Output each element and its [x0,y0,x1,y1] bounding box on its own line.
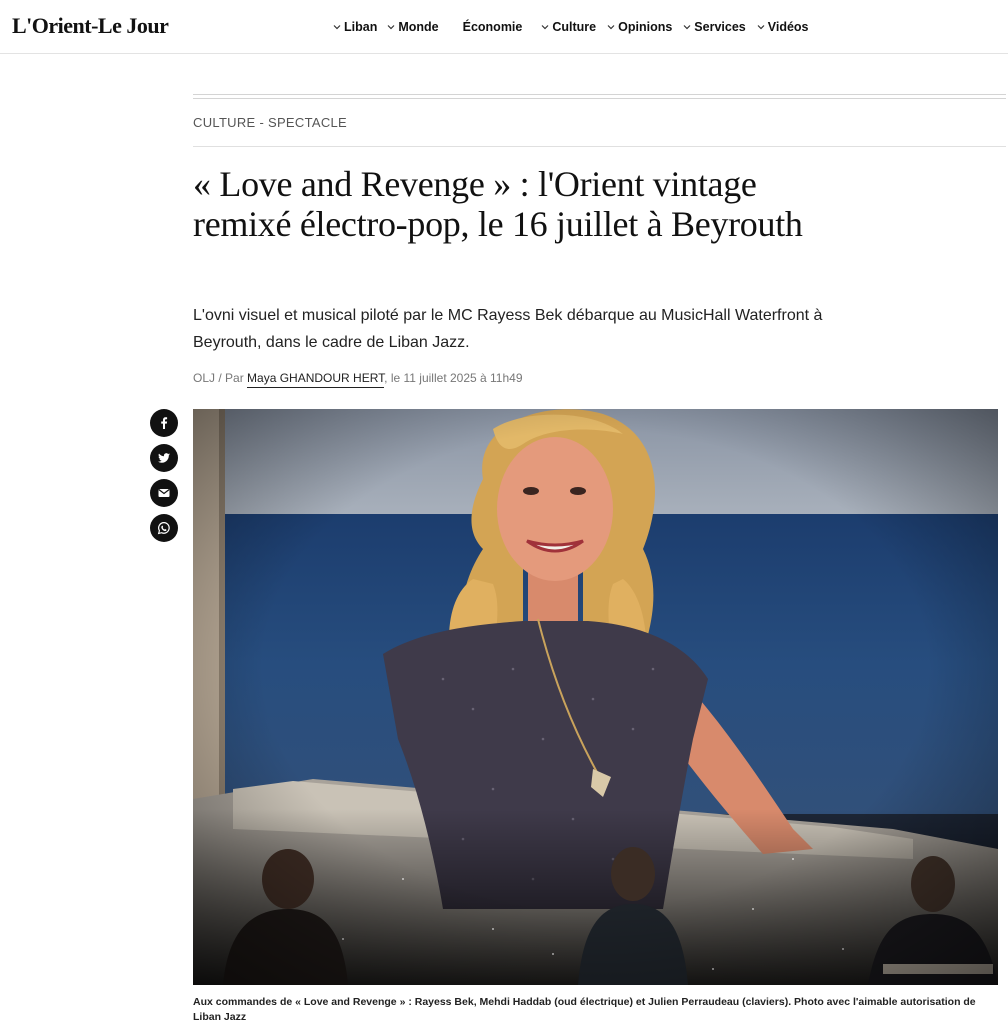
nav-label: Opinions [618,19,673,34]
share-twitter-button[interactable] [150,444,178,472]
nav-label: Économie [462,19,523,34]
share-whatsapp-button[interactable] [150,514,178,542]
site-header: L'Orient-Le Jour Liban Monde Économie Cu… [0,0,1008,54]
share-facebook-button[interactable] [150,409,178,437]
twitter-icon [157,451,171,465]
nav-label: Services [694,19,746,34]
section-breadcrumb[interactable]: CULTURE - SPECTACLE [193,115,347,130]
photo-illustration [193,409,998,985]
chevron-down-icon [681,21,693,33]
whatsapp-icon [157,521,171,535]
nav-item-economie[interactable]: Économie [463,20,523,34]
nav-item-videos[interactable]: Vidéos [755,20,809,34]
nav-label: Liban [344,19,378,34]
author-link[interactable]: Maya GHANDOUR HERT [247,371,385,388]
article-lead: L'ovni visuel et musical piloté par le M… [193,307,823,351]
section-divider [193,146,1006,147]
article-headline: « Love and Revenge » : l'Orient vintage … [193,164,803,244]
nav-item-services[interactable]: Services [681,19,746,34]
share-bar [150,409,178,542]
chevron-down-icon [539,21,551,33]
chevron-down-icon [385,21,397,33]
byline-date: , le 11 juillet 2025 à 11h49 [384,371,523,385]
facebook-icon [157,416,171,430]
chevron-down-icon [605,21,617,33]
nav-label: Culture [552,19,597,34]
main-nav: Liban Monde Économie Culture Opinions Se… [331,0,809,53]
top-divider [193,94,1006,99]
email-icon [157,486,171,500]
article-photo[interactable] [193,409,998,985]
chevron-down-icon [755,21,767,33]
chevron-down-icon [331,21,343,33]
nav-item-opinions[interactable]: Opinions [605,20,672,34]
nav-label: Vidéos [767,19,809,34]
nav-label: Monde [398,19,439,34]
article-byline: OLJ / Par Maya GHANDOUR HERT, le 11 juil… [193,371,523,388]
byline-prefix: OLJ / Par [193,371,248,385]
nav-item-liban[interactable]: Liban [331,20,377,34]
nav-item-culture[interactable]: Culture [539,20,596,34]
site-logo[interactable]: L'Orient-Le Jour [12,13,169,39]
nav-item-monde[interactable]: Monde [385,19,439,34]
photo-caption: Aux commandes de « Love and Revenge » : … [193,996,976,1023]
share-email-button[interactable] [150,479,178,507]
